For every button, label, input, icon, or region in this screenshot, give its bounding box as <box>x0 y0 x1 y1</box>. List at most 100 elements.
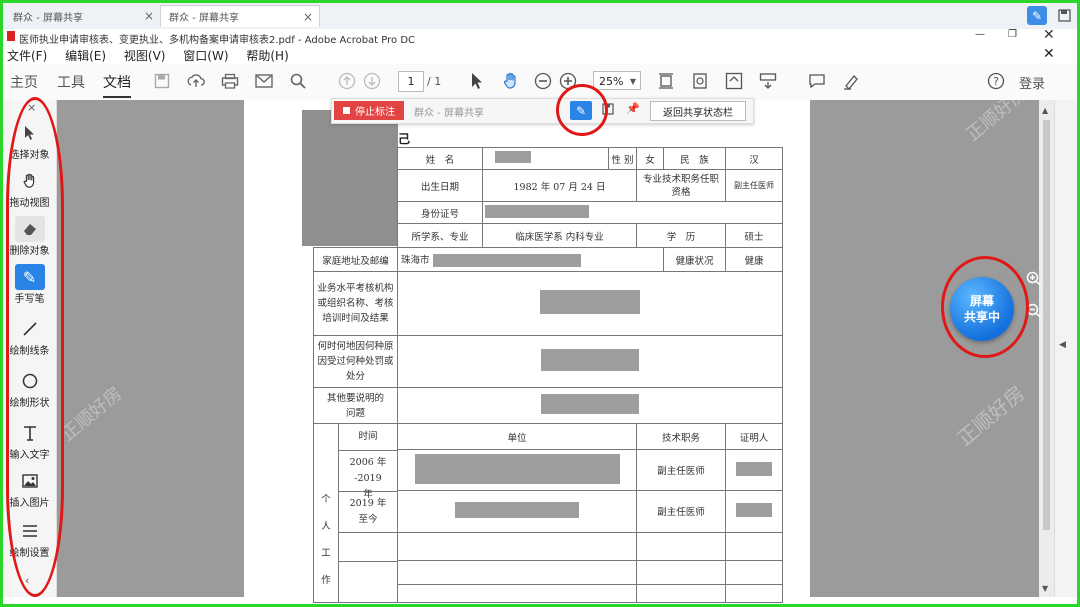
restore-icon[interactable]: ❐ <box>1008 29 1017 40</box>
close-icon[interactable]: × <box>144 9 154 23</box>
pen-icon[interactable]: ✎ <box>570 101 592 120</box>
tool-label: 插入图片 <box>9 498 50 509</box>
col-witness-header: 证明人 <box>725 422 783 451</box>
pin-icon[interactable]: 📌 <box>626 102 640 115</box>
application-form-table: 姓 名 性 别 女 民 族 汉 出生日期 1982 年 07 月 24 日 专业… <box>313 147 783 604</box>
upload-cloud-icon[interactable] <box>185 70 207 92</box>
zoom-value: 25% <box>599 75 624 88</box>
label-name: 姓 名 <box>397 147 483 170</box>
tool-pen[interactable]: ✎ 手写笔 <box>3 264 56 305</box>
menu-window[interactable]: 窗口(W) <box>183 49 228 63</box>
close-icon[interactable]: × <box>303 10 313 24</box>
save-icon[interactable] <box>151 70 173 92</box>
browser-tab[interactable]: 群众 - 屏幕共享 × <box>5 5 160 27</box>
right-pane-collapsed[interactable]: ◀ <box>1054 100 1078 597</box>
image-icon <box>15 468 45 494</box>
punishment-redaction <box>541 349 639 371</box>
stop-annotation-button[interactable]: 停止标注 <box>334 101 404 120</box>
menu-help[interactable]: 帮助(H) <box>246 49 288 63</box>
pen-icon[interactable]: ✎ <box>1027 6 1047 25</box>
tab-label: 群众 - 屏幕共享 <box>13 12 83 24</box>
tool-draw-settings[interactable]: 绘制设置 <box>3 518 56 559</box>
col-unit-header: 单位 <box>397 422 637 451</box>
tool-input-text[interactable]: 输入文字 <box>3 420 56 461</box>
share-status-line2: 共享中 <box>963 310 1000 324</box>
highlight-icon[interactable] <box>840 70 862 92</box>
close-window-icon[interactable]: ✕ <box>1043 27 1055 43</box>
menu-edit[interactable]: 编辑(E) <box>65 49 106 63</box>
tool-label: 绘制设置 <box>9 548 50 559</box>
save-icon[interactable] <box>602 103 614 118</box>
comment-icon[interactable] <box>806 70 828 92</box>
col-time-header: 时间 <box>339 424 397 451</box>
tab-home[interactable]: 主页 <box>10 72 38 92</box>
menu-file[interactable]: 文件(F) <box>7 49 47 63</box>
scroll-down-icon[interactable]: ▼ <box>1042 584 1048 593</box>
work-time-cell: 2019 年至今 <box>339 492 397 533</box>
rotate-icon[interactable] <box>689 70 711 92</box>
vertical-scrollbar[interactable]: ▲ ▼ <box>1039 100 1054 597</box>
label-health: 健康状况 <box>663 247 726 272</box>
tool-delete-object[interactable]: 删除对象 <box>3 216 56 257</box>
hand-tool-icon[interactable] <box>500 70 522 92</box>
cursor-icon <box>15 120 45 146</box>
search-icon[interactable] <box>287 70 309 92</box>
label-gender: 性 别 <box>608 147 637 170</box>
pen-icon: ✎ <box>14 264 45 290</box>
tool-draw-line[interactable]: 绘制线条 <box>3 316 56 357</box>
id-redaction <box>485 204 589 218</box>
zoom-select[interactable]: 25% ▼ <box>593 71 641 90</box>
menu-view[interactable]: 视图(V) <box>124 49 166 63</box>
minimize-icon[interactable]: — <box>975 29 985 40</box>
scroll-mode-icon[interactable] <box>757 70 779 92</box>
work-time-cell: 2006 年 -2019 年 <box>339 451 397 500</box>
tab-tools[interactable]: 工具 <box>57 72 85 92</box>
print-icon[interactable] <box>219 70 241 92</box>
next-page-icon[interactable] <box>361 70 383 92</box>
window-title: 医师执业申请审核表、变更执业、多机构备案申请审核表2.pdf - Adobe A… <box>19 35 416 46</box>
zoom-out-icon[interactable] <box>532 70 554 92</box>
work-side-label: 工 <box>321 547 331 559</box>
tab-document[interactable]: 文档 <box>103 72 131 98</box>
prev-page-icon[interactable] <box>336 70 358 92</box>
hand-icon <box>15 168 45 194</box>
value-ethnic: 汉 <box>725 147 783 170</box>
work-side-label: 个 <box>321 493 331 505</box>
share-session-label: 群众 - 屏幕共享 <box>414 108 484 119</box>
fit-page-icon[interactable] <box>655 70 677 92</box>
fullscreen-icon[interactable] <box>723 70 745 92</box>
unit-redaction <box>455 501 579 518</box>
work-title-cell: 副主任医师 <box>636 490 726 533</box>
return-share-bar-button[interactable]: 返回共享状态栏 <box>650 101 746 121</box>
save-icon[interactable] <box>1055 6 1073 25</box>
zoom-out-icon[interactable] <box>1026 303 1042 322</box>
scroll-thumb[interactable] <box>1043 120 1050 530</box>
select-cursor-icon[interactable] <box>466 70 488 92</box>
value-title: 副主任医师 <box>725 169 783 202</box>
tool-insert-image[interactable]: 插入图片 <box>3 468 56 509</box>
chevron-down-icon: ▼ <box>629 77 636 86</box>
collapse-panel-icon[interactable]: ‹ <box>25 574 29 587</box>
col-title-header: 技术职务 <box>636 422 726 451</box>
tool-drag-view[interactable]: 拖动视图 <box>3 168 56 209</box>
tool-draw-shape[interactable]: 绘制形状 <box>3 368 56 409</box>
unit-redaction <box>414 453 620 484</box>
expand-pane-icon[interactable]: ◀ <box>1059 340 1066 350</box>
mail-icon[interactable] <box>253 70 275 92</box>
menu-bar: 文件(F) 编辑(E) 视图(V) 窗口(W) 帮助(H) ✕ <box>3 46 1077 64</box>
scroll-up-icon[interactable]: ▲ <box>1042 106 1048 115</box>
label-punishment: 何时何地因何种原因受过何种处罚或处分 <box>313 335 398 388</box>
browser-tab-active[interactable]: 群众 - 屏幕共享 × <box>160 5 320 27</box>
zoom-in-icon[interactable] <box>557 70 579 92</box>
zoom-in-icon[interactable] <box>1026 271 1042 290</box>
tool-label: 拖动视图 <box>9 198 50 209</box>
label-title: 专业技术职务任职资格 <box>636 169 726 202</box>
screen-sharing-indicator[interactable]: 屏幕 共享中 <box>950 277 1014 341</box>
page-number-input[interactable]: 1 <box>398 71 424 92</box>
tool-label: 输入文字 <box>9 450 50 461</box>
tool-select-object[interactable]: 选择对象 <box>3 120 56 161</box>
close-panel-icon[interactable]: × <box>27 101 36 114</box>
close-doc-icon[interactable]: ✕ <box>1043 46 1055 62</box>
value-health: 健康 <box>725 247 783 272</box>
tool-label: 绘制线条 <box>9 346 50 357</box>
